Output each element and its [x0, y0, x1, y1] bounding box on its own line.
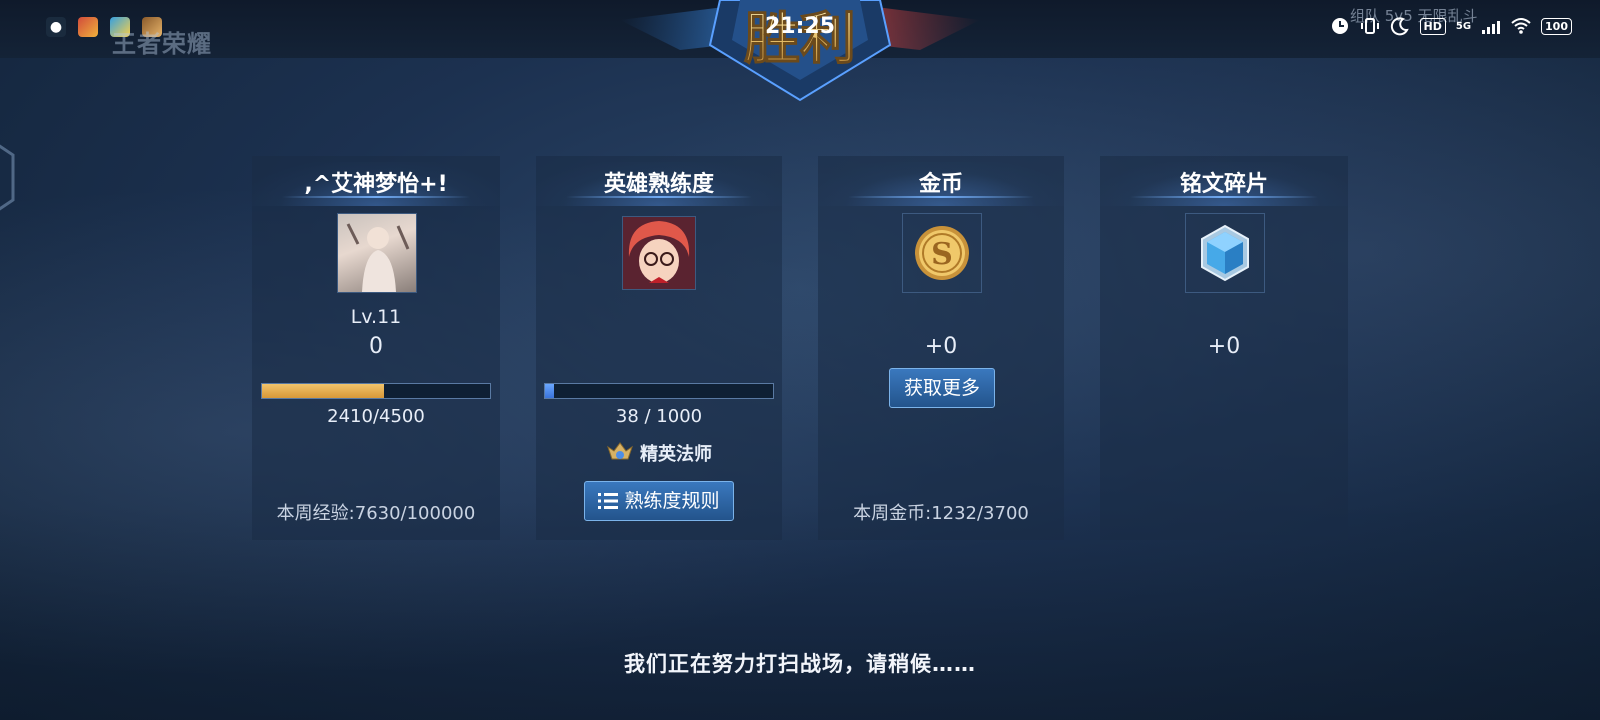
list-icon: [598, 493, 619, 509]
proficiency-progress: 38 / 1000: [615, 406, 703, 427]
gold-panel-title: 金币: [918, 172, 963, 197]
weekly-exp: 本周经验:7630/100000: [276, 503, 476, 524]
player-avatar[interactable]: [337, 213, 417, 293]
hero-proficiency-panel: 英雄熟练度 38 / 1000 精英法师 熟练度规则: [536, 156, 782, 540]
proficiency-rules-button[interactable]: 熟练度规则: [584, 481, 734, 521]
hero-panel-title: 英雄熟练度: [603, 172, 714, 197]
rank-badge-icon: [607, 442, 633, 460]
proficiency-bar: [544, 383, 774, 399]
player-level: Lv.11: [350, 306, 402, 328]
proficiency-rules-label: 熟练度规则: [624, 490, 720, 512]
inscription-panel-title: 铭文碎片: [1179, 172, 1268, 197]
gold-panel: 金币 S +0 获取更多 本周金币:1232/3700: [818, 156, 1064, 540]
crystal-icon: [1201, 224, 1249, 282]
inscription-gain: +0: [1207, 334, 1241, 359]
hero-portrait[interactable]: [622, 216, 696, 290]
player-name: ,^艾神梦怡+!: [304, 172, 448, 197]
player-exp-bar-fill: [262, 384, 385, 398]
player-exp-gain: 0: [369, 334, 383, 359]
svg-text:S: S: [931, 237, 953, 272]
proficiency-rank: 精英法师: [606, 440, 712, 466]
get-more-button[interactable]: 获取更多: [889, 368, 995, 408]
gold-gain: +0: [924, 334, 958, 359]
loading-message: 我们正在努力打扫战场，请稍候……: [624, 652, 976, 676]
background: [0, 0, 1600, 720]
proficiency-bar-fill: [545, 384, 554, 398]
gold-coin-icon: S: [915, 226, 969, 280]
inscription-frame: [1185, 213, 1265, 293]
inscription-panel: 铭文碎片 +0: [1100, 156, 1348, 540]
clock: 21:25: [764, 14, 836, 39]
player-exp-bar: [261, 383, 491, 399]
gold-coin-frame: S: [902, 213, 982, 293]
player-panel: ,^艾神梦怡+! Lv.11 0 2410/4500 本周经验:7630/100…: [252, 156, 500, 540]
side-hex-frame: [0, 144, 15, 211]
rank-label: 精英法师: [640, 444, 712, 465]
player-exp-progress: 2410/4500: [327, 406, 425, 427]
weekly-gold: 本周金币:1232/3700: [853, 503, 1029, 524]
